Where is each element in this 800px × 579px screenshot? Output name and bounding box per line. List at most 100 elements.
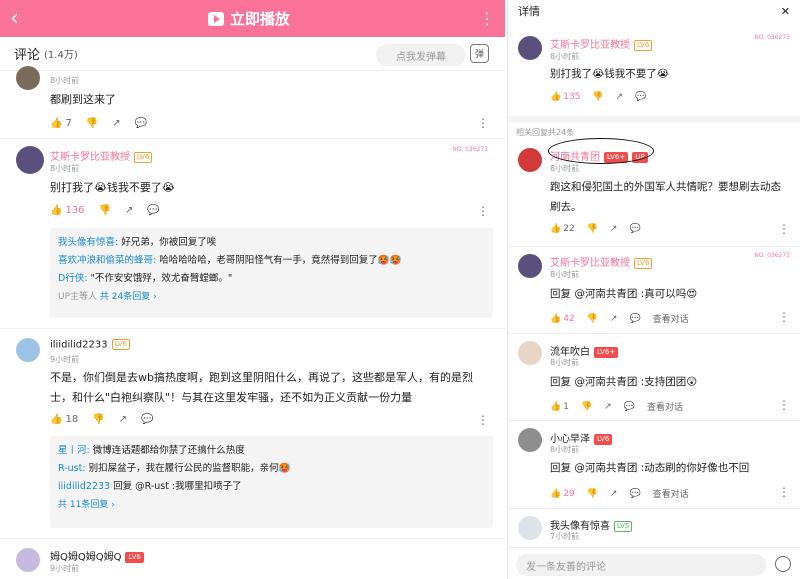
play-button[interactable]: 立即播放 bbox=[207, 8, 290, 29]
dislike-icon[interactable]: 👎 bbox=[581, 402, 592, 412]
avatar[interactable] bbox=[518, 36, 542, 60]
detail-panel: 详情 ✕ 艾斯卡罗比亚教授 LV6 8小时前 NO. 036273 别打我了😭钱我… bbox=[507, 0, 800, 579]
divider bbox=[0, 538, 505, 539]
reply-icon[interactable]: 💬 bbox=[147, 205, 159, 216]
fan-badge: NO. 036273 bbox=[754, 252, 790, 259]
more-icon[interactable]: ⋮ bbox=[778, 310, 790, 324]
close-icon[interactable]: ✕ bbox=[781, 5, 790, 18]
reply-icon[interactable]: 💬 bbox=[629, 224, 640, 234]
avatar[interactable] bbox=[16, 338, 40, 362]
dislike-icon[interactable]: 👎 bbox=[587, 314, 598, 324]
more-icon[interactable]: ⋮ bbox=[778, 485, 790, 499]
comment-time: 9小时前 bbox=[50, 355, 80, 364]
comment-username[interactable]: 流年吹白 LV6+ bbox=[550, 343, 619, 358]
reply-line: iiidilid2233 回复 @R-ust :我哪里扣喷子了 bbox=[58, 481, 242, 492]
share-icon[interactable]: ↗ bbox=[610, 489, 618, 499]
reply-icon[interactable]: 💬 bbox=[135, 118, 147, 129]
back-icon[interactable]: ‹ bbox=[10, 7, 19, 30]
reply-preview[interactable]: 我头像有惊喜: 好兄弟，你被回复了唉 喜欢冲浪和偷菜的蜂哥: 哈哈哈哈哈，老哥阴… bbox=[50, 228, 493, 318]
emoji-icon[interactable] bbox=[775, 556, 791, 572]
comment-username[interactable]: 艾斯卡罗比亚教授 LV6 bbox=[50, 148, 153, 163]
avatar[interactable] bbox=[518, 254, 542, 278]
dislike-icon[interactable]: 👎 bbox=[587, 489, 598, 499]
more-icon[interactable]: ⋮ bbox=[778, 398, 790, 412]
share-icon[interactable]: ↗ bbox=[610, 314, 618, 324]
comment-text: 不是，你们倒是去wb搞热度啊，跑到这里阴阳什么，再说了，这些都是军人，有的是烈士… bbox=[50, 371, 473, 404]
comment-username[interactable]: iliidilid2233 LV6 bbox=[50, 339, 130, 351]
comment-actions: 👍 42 👎 ↗ 💬 查看对话 bbox=[550, 312, 689, 326]
reply-icon[interactable]: 💬 bbox=[629, 489, 640, 499]
comments-title: 评论 bbox=[14, 48, 41, 63]
dislike-icon[interactable]: 👎 bbox=[92, 414, 104, 425]
hand-drawn-circle bbox=[548, 138, 654, 164]
divider bbox=[0, 138, 505, 139]
comment-actions: 👍 18 👎 ↗ 💬 bbox=[50, 414, 153, 425]
avatar[interactable] bbox=[16, 66, 40, 90]
comment-username[interactable]: 艾斯卡罗比亚教授 LV6 bbox=[550, 36, 653, 51]
reply-icon[interactable]: 💬 bbox=[635, 92, 646, 102]
reply-line: D行侠: "不作安安饿殍，效尤奋臂螳螂。" bbox=[58, 273, 233, 284]
reply-line: 我头像有惊喜: 好兄弟，你被回复了唉 bbox=[58, 237, 217, 248]
dislike-icon[interactable]: 👎 bbox=[587, 224, 598, 234]
reply-icon[interactable]: 💬 bbox=[629, 314, 640, 324]
avatar[interactable] bbox=[518, 516, 542, 540]
more-icon[interactable]: ⋮ bbox=[477, 413, 489, 427]
more-icon[interactable]: ⋮ bbox=[778, 222, 790, 236]
more-replies-link[interactable]: UP主等人 共 24条回复 › bbox=[58, 288, 485, 306]
comment-time: 8小时前 bbox=[550, 164, 580, 173]
avatar[interactable] bbox=[518, 428, 542, 452]
fan-badge: NO. 036273 bbox=[754, 34, 790, 41]
view-conversation-link[interactable]: 查看对话 bbox=[653, 487, 689, 500]
like-button[interactable]: 👍 42 bbox=[550, 314, 575, 324]
like-button[interactable]: 👍 1 bbox=[550, 402, 569, 412]
reply-line: R-ust: 别扣屎盆子，我在履行公民的监督职能，亲何🥵 bbox=[58, 463, 291, 474]
comment-input[interactable]: 发一条友善的评论 bbox=[516, 554, 766, 576]
share-icon[interactable]: ↗ bbox=[604, 402, 612, 412]
comments-count: (1.4万) bbox=[44, 50, 78, 61]
more-vert-icon[interactable]: ⋮ bbox=[479, 10, 495, 27]
dislike-icon[interactable]: 👎 bbox=[86, 118, 98, 129]
share-icon[interactable]: ↗ bbox=[125, 205, 133, 216]
comment-username[interactable]: 我头像有惊喜 LV5 bbox=[550, 517, 633, 532]
avatar[interactable] bbox=[518, 341, 542, 365]
reply-line: 喜欢冲浪和偷菜的蜂哥: 哈哈哈哈哈，老哥阴阳怪气有一手，竟然得到回复了🥵🥵 bbox=[58, 255, 402, 266]
detail-title: 详情 bbox=[518, 5, 540, 18]
more-icon[interactable]: ⋮ bbox=[477, 204, 489, 218]
more-replies-link[interactable]: 共 11条回复 › bbox=[58, 496, 485, 514]
comment-username[interactable]: 艾斯卡罗比亚教授 LV6 bbox=[550, 254, 653, 269]
dislike-icon[interactable]: 👎 bbox=[99, 205, 111, 216]
avatar[interactable] bbox=[16, 548, 40, 572]
reply-icon[interactable]: 💬 bbox=[141, 414, 153, 425]
like-button[interactable]: 👍 136 bbox=[50, 205, 85, 216]
like-button[interactable]: 👍 7 bbox=[50, 118, 72, 129]
avatar[interactable] bbox=[16, 146, 44, 174]
like-button[interactable]: 👍 22 bbox=[550, 224, 575, 234]
view-conversation-link[interactable]: 查看对话 bbox=[653, 312, 689, 325]
more-icon[interactable]: ⋮ bbox=[477, 116, 489, 130]
share-icon[interactable]: ↗ bbox=[610, 224, 618, 234]
like-button[interactable]: 👍 135 bbox=[550, 92, 580, 102]
divider bbox=[508, 333, 800, 334]
reply-icon[interactable]: 💬 bbox=[624, 402, 635, 412]
comment-time: 8小时前 bbox=[50, 164, 80, 173]
level-badge: LV6+ bbox=[594, 346, 619, 358]
dislike-icon[interactable]: 👎 bbox=[592, 92, 603, 102]
related-count: 相关回复共24条 bbox=[516, 128, 575, 137]
comment-username[interactable]: 姆Q姆Q姆Q姆Q LV6 bbox=[50, 548, 144, 563]
share-icon[interactable]: ↗ bbox=[112, 118, 120, 129]
level-badge: LV6 bbox=[134, 151, 153, 163]
comment-username[interactable]: 小心早泽 LV6 bbox=[550, 430, 613, 445]
view-conversation-link[interactable]: 查看对话 bbox=[647, 400, 683, 413]
share-icon[interactable]: ↗ bbox=[119, 414, 127, 425]
like-button[interactable]: 👍 29 bbox=[550, 489, 575, 499]
danmu-toggle-button[interactable]: 弹 bbox=[470, 44, 489, 63]
reply-preview[interactable]: 星丨河: 微博连话题都给你禁了还搞什么热度 R-ust: 别扣屎盆子，我在履行公… bbox=[50, 436, 493, 528]
comment-text: 回复 @河南共青团 :支持团团😲 bbox=[550, 376, 698, 388]
comment-actions: 👍 7 👎 ↗ 💬 bbox=[50, 118, 147, 129]
share-icon[interactable]: ↗ bbox=[616, 92, 624, 102]
comment-time: 8小时前 bbox=[550, 52, 580, 61]
level-badge: LV6 bbox=[594, 433, 613, 445]
like-button[interactable]: 👍 18 bbox=[50, 414, 78, 425]
danmu-input[interactable]: 点我发弹幕 bbox=[376, 44, 466, 66]
avatar[interactable] bbox=[518, 148, 542, 172]
